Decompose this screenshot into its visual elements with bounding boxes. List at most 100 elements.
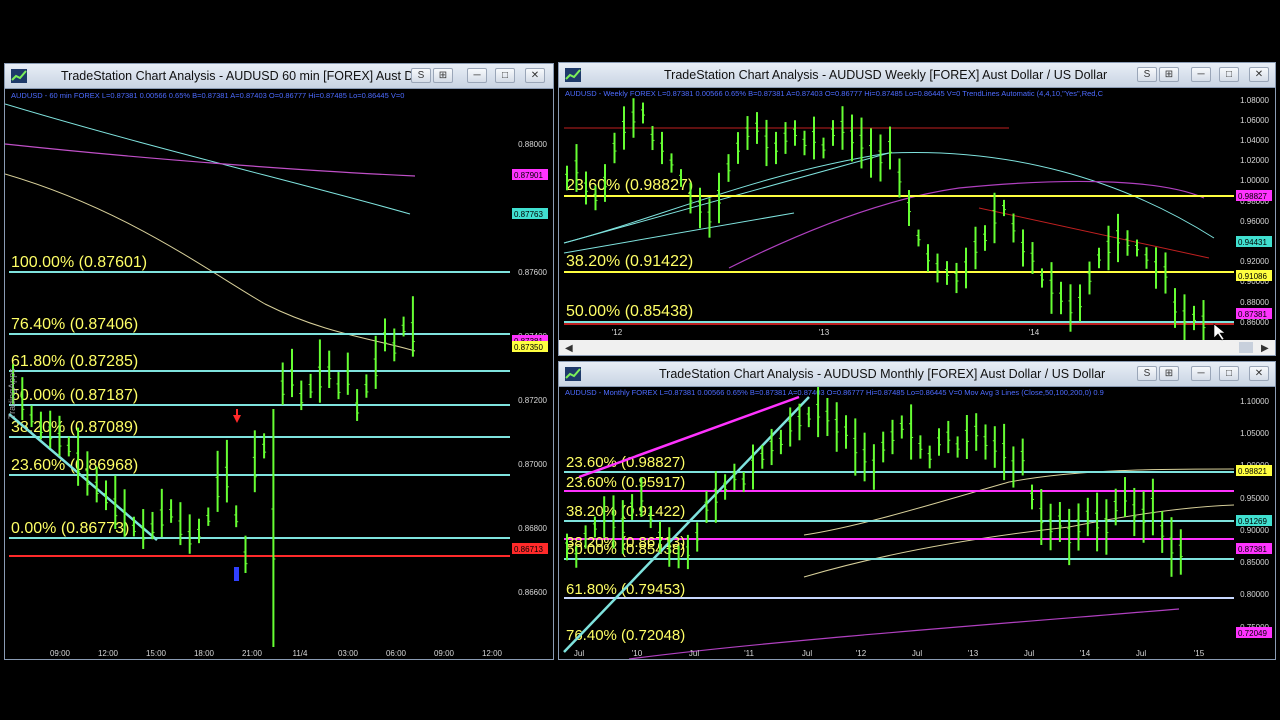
title-bar[interactable]: TradeStation Chart Analysis - AUDUSD Mon… [559, 362, 1275, 387]
time-axis-label: '11 [744, 649, 754, 658]
window-title: TradeStation Chart Analysis - AUDUSD Wee… [664, 68, 1108, 82]
price-axis-label: 1.04000 [1240, 136, 1269, 145]
scroll-left-arrow-icon: ◀ [565, 343, 573, 354]
close-button[interactable]: ✕ [525, 68, 545, 83]
price-tag: 0.98827 [1238, 192, 1267, 201]
time-axis-label: 18:00 [194, 649, 215, 658]
price-tag: 0.91086 [1238, 272, 1267, 281]
price-tag: 0.87763 [514, 210, 543, 219]
price-tag: 0.98821 [1238, 467, 1267, 476]
close-button[interactable]: ✕ [1249, 366, 1269, 381]
chart-settings-button[interactable]: ⊞ [1159, 366, 1179, 381]
price-axis-label: 0.92000 [1240, 257, 1269, 266]
chart-window-monthly[interactable]: TradeStation Chart Analysis - AUDUSD Mon… [558, 361, 1276, 660]
price-chart-weekly[interactable]: AUDUSD - Weekly FOREX L=0.87381 0.00566 … [559, 88, 1275, 355]
time-axis-label: '13 [968, 649, 979, 658]
price-tag: 0.94431 [1238, 238, 1267, 247]
watermark-label: TradingApps [7, 368, 17, 419]
price-axis-label: 1.02000 [1240, 156, 1269, 165]
time-axis-label: '14 [1029, 328, 1040, 337]
minimize-button[interactable]: ─ [1191, 67, 1211, 82]
time-axis-label: Jul [1024, 649, 1034, 658]
price-chart-monthly[interactable]: AUDUSD - Monthly FOREX L=0.87381 0.00566… [559, 387, 1275, 659]
time-axis-label: 12:00 [482, 649, 503, 658]
symbol-info-line: AUDUSD - 60 min FOREX L=0.87381 0.00566 … [11, 91, 404, 100]
time-axis-label: 09:00 [434, 649, 455, 658]
fib-level-label: 50.00% (0.87187) [11, 387, 138, 404]
symbol-info-line: AUDUSD - Weekly FOREX L=0.87381 0.00566 … [565, 89, 1104, 98]
window-title: TradeStation Chart Analysis - AUDUSD Mon… [659, 367, 1106, 381]
time-axis-label: 06:00 [386, 649, 407, 658]
time-axis-label: 09:00 [50, 649, 71, 658]
chart-background [5, 89, 553, 659]
price-axis-label: 0.96000 [1240, 217, 1269, 226]
maximize-button[interactable]: □ [495, 68, 515, 83]
tradestation-app-icon [565, 68, 581, 82]
price-axis-label: 1.06000 [1240, 116, 1269, 125]
time-axis-label: 11/4 [293, 649, 309, 658]
price-axis-label: 0.95000 [1240, 494, 1269, 503]
price-axis-label: 0.87000 [518, 460, 547, 469]
price-axis-label: 0.86800 [518, 524, 547, 533]
price-axis-label: 0.86600 [518, 588, 547, 597]
price-tag: 0.87381 [1238, 310, 1267, 319]
price-axis-label: 0.87600 [518, 268, 547, 277]
price-axis-label: 0.80000 [1240, 590, 1269, 599]
price-tag: 0.86713 [514, 545, 543, 554]
price-tag: 0.87350 [514, 343, 543, 352]
chart-settings-button[interactable]: ⊞ [433, 68, 453, 83]
title-bar[interactable]: TradeStation Chart Analysis - AUDUSD 60 … [5, 64, 553, 89]
link-symbol-button[interactable]: S [1137, 366, 1157, 381]
time-axis-label: '13 [819, 328, 830, 337]
time-axis-label: Jul [802, 649, 812, 658]
time-axis-label: 03:00 [338, 649, 359, 658]
tradestation-app-icon [11, 69, 27, 83]
time-axis-label: 12:00 [98, 649, 119, 658]
time-axis-label: Jul [1136, 649, 1146, 658]
fib-level-label: 23.60% (0.98827) [566, 454, 685, 471]
link-symbol-button[interactable]: S [411, 68, 431, 83]
fib-level-label: 38.20% (0.91422) [566, 253, 693, 270]
fib-level-label: 61.80% (0.87285) [11, 353, 138, 370]
tradestation-app-icon [565, 367, 581, 381]
fib-level-label: 50.00% (0.85438) [566, 303, 693, 320]
maximize-button[interactable]: □ [1219, 67, 1239, 82]
minimize-button[interactable]: ─ [1191, 366, 1211, 381]
minimize-button[interactable]: ─ [467, 68, 487, 83]
price-tag: 0.72049 [1238, 629, 1267, 638]
scroll-right-arrow-icon: ▶ [1261, 343, 1269, 354]
price-axis-label: 0.86000 [1240, 318, 1269, 327]
time-axis-label: 15:00 [146, 649, 167, 658]
fib-level-label: 38.20% (0.91422) [566, 503, 685, 520]
symbol-info-line: AUDUSD - Monthly FOREX L=0.87381 0.00566… [565, 388, 1104, 397]
maximize-button[interactable]: □ [1219, 366, 1239, 381]
link-symbol-button[interactable]: S [1137, 67, 1157, 82]
price-tag: 0.87381 [1238, 545, 1267, 554]
time-axis-label: '15 [1194, 649, 1205, 658]
chart-window-60min[interactable]: TradeStation Chart Analysis - AUDUSD 60 … [4, 63, 554, 660]
price-tag: 0.87901 [514, 171, 543, 180]
window-title: TradeStation Chart Analysis - AUDUSD 60 … [61, 69, 411, 83]
price-axis-label: 0.88000 [518, 140, 547, 149]
price-axis-label: 0.88000 [1240, 298, 1269, 307]
time-axis-label: '14 [1080, 649, 1091, 658]
time-axis-label: '12 [856, 649, 867, 658]
price-axis-label: 0.90000 [1240, 526, 1269, 535]
chart-background [559, 387, 1275, 659]
chart-window-weekly[interactable]: TradeStation Chart Analysis - AUDUSD Wee… [558, 62, 1276, 356]
time-axis-label: Jul [689, 649, 699, 658]
time-axis-label: Jul [574, 649, 584, 658]
signal-marker [234, 567, 239, 581]
close-button[interactable]: ✕ [1249, 67, 1269, 82]
fib-level-label: 76.40% (0.87406) [11, 316, 138, 333]
time-axis-label: 21:00 [242, 649, 263, 658]
price-axis-label: 1.00000 [1240, 176, 1269, 185]
title-bar[interactable]: TradeStation Chart Analysis - AUDUSD Wee… [559, 63, 1275, 88]
price-axis-label: 0.87200 [518, 396, 547, 405]
horizontal-scrollbar [559, 340, 1275, 355]
price-axis-label: 1.08000 [1240, 96, 1269, 105]
price-chart-60min[interactable]: AUDUSD - 60 min FOREX L=0.87381 0.00566 … [5, 89, 553, 659]
price-tag: 0.91269 [1238, 517, 1267, 526]
chart-settings-button[interactable]: ⊞ [1159, 67, 1179, 82]
price-axis-label: 0.85000 [1240, 558, 1269, 567]
